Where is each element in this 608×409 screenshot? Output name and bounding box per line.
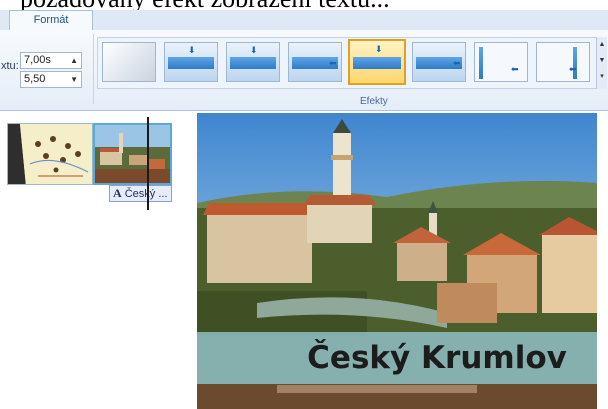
scroll-down-icon[interactable]: ▼	[597, 53, 607, 69]
effect-none[interactable]	[102, 42, 156, 82]
text-size-label: xtu:	[1, 60, 19, 72]
spinner-arrows-icon[interactable]: ▲	[70, 53, 78, 68]
arrow-down-icon: ⬇	[375, 44, 383, 54]
arrow-left-icon: ⬅	[329, 58, 337, 68]
duration-field[interactable]: 7,00s ▲	[20, 52, 82, 69]
effect-band	[168, 57, 214, 69]
caption-text-icon: A	[113, 186, 122, 200]
krumlov-thumbnail-image	[95, 125, 170, 183]
video-preview: Český Krumlov	[197, 113, 597, 409]
text-size-select[interactable]: 5,50 ▼	[20, 71, 82, 88]
effect-fly-left[interactable]: ⬅	[288, 42, 342, 82]
ribbon-separator	[93, 34, 94, 104]
effect-band	[573, 47, 577, 79]
krumlov-clip-thumbnail[interactable]	[93, 123, 172, 185]
map-thumbnail-image	[8, 124, 92, 184]
effect-band	[479, 47, 483, 79]
map-clip-thumbnail[interactable]	[7, 123, 93, 185]
duration-value: 7,00s	[24, 54, 51, 66]
text-size-value: 5,50	[24, 73, 46, 85]
arrow-down-icon: ⬇	[250, 45, 258, 55]
gallery-scroll[interactable]: ▲ ▼ ▾	[596, 37, 607, 89]
effect-wipe-right[interactable]: ⬅	[536, 42, 590, 82]
tab-format[interactable]: Formát	[9, 10, 93, 31]
effects-gallery: ⬇ ⬇ ⬅ ⬇ ⬅ ⬅ ⬅	[97, 37, 597, 89]
effects-group-label: Efekty	[360, 96, 388, 107]
effect-wipe-left[interactable]: ⬅	[474, 42, 528, 82]
tab-format-label: Formát	[33, 14, 69, 26]
caption-clip[interactable]: A Český ...	[109, 185, 172, 202]
arrow-left-icon: ⬅	[569, 64, 577, 74]
effect-band	[230, 57, 276, 69]
effect-fly-down-2[interactable]: ⬇	[226, 42, 280, 82]
effect-fly-down[interactable]: ⬇	[164, 42, 218, 82]
arrow-left-icon: ⬅	[453, 58, 461, 68]
chevron-down-icon[interactable]: ▼	[70, 72, 78, 87]
arrow-left-icon: ⬅	[511, 64, 519, 74]
arrow-down-icon: ⬇	[188, 45, 196, 55]
effect-selected[interactable]: ⬇	[348, 39, 406, 85]
gallery-more-icon[interactable]: ▾	[597, 69, 607, 85]
effect-band	[353, 57, 401, 69]
preview-title-text: Český Krumlov	[307, 340, 567, 376]
scroll-up-icon[interactable]: ▲	[597, 37, 607, 53]
effect-slide-left[interactable]: ⬅	[412, 42, 466, 82]
playhead-marker[interactable]	[147, 117, 149, 210]
